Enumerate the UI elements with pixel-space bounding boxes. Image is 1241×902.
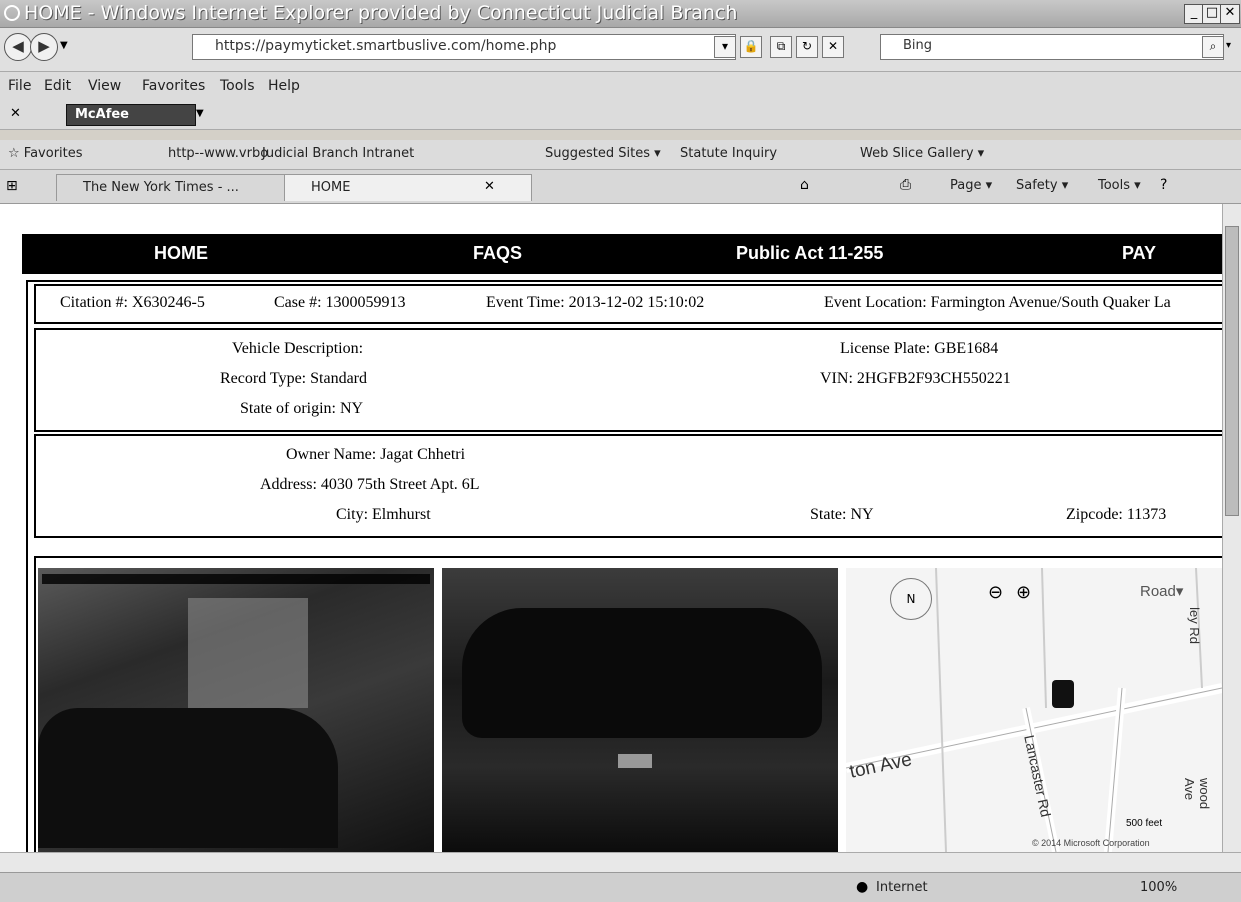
vertical-scrollbar[interactable] <box>1222 204 1241 852</box>
car-hood-shape <box>462 608 822 738</box>
globe-icon: ● <box>856 879 869 895</box>
zoom-level[interactable]: 100% <box>1140 880 1177 895</box>
event-time: Event Time: 2013-12-02 15:10:02 <box>486 294 705 311</box>
fav-link-statute[interactable]: Statute Inquiry <box>680 146 777 161</box>
minimize-button[interactable]: _ <box>1184 4 1204 24</box>
owner-zipcode: Zipcode: 11373 <box>1066 506 1167 523</box>
menu-tools[interactable]: Tools <box>220 78 255 94</box>
lock-icon[interactable]: 🔒 <box>740 36 762 58</box>
record-type: Record Type: Standard <box>220 370 367 387</box>
tab-row: ⊞ The New York Times - ... HOME ✕ ⌂ ⎙ Pa… <box>0 170 1241 204</box>
help-icon[interactable]: ? <box>1160 177 1167 193</box>
citation-number: Citation #: X630246-5 <box>60 294 205 311</box>
license-plate: License Plate: GBE1684 <box>840 340 999 357</box>
back-button[interactable]: ◀ <box>4 33 32 61</box>
zoom-out-icon[interactable]: ⊖ <box>988 582 1003 603</box>
security-zone[interactable]: Internet <box>876 880 928 895</box>
license-plate-shape <box>618 754 652 768</box>
bus-marker-icon[interactable] <box>1052 680 1074 708</box>
favorites-button[interactable]: ☆ Favorites <box>8 146 83 161</box>
map-mode-select[interactable]: Road▾ <box>1140 582 1183 600</box>
violation-photo-1[interactable] <box>38 568 434 852</box>
tab-close-icon[interactable]: ✕ <box>484 179 495 194</box>
owner-panel: Owner Name: Jagat Chhetri Address: 4030 … <box>34 434 1222 538</box>
menu-file[interactable]: File <box>8 78 31 94</box>
history-dropdown-icon[interactable]: ▼ <box>60 40 68 51</box>
status-bar: ● Internet 100% <box>0 872 1241 902</box>
case-number: Case #: 1300059913 <box>274 294 406 311</box>
mcafee-button[interactable]: McAfee <box>66 104 196 126</box>
owner-city: City: Elmhurst <box>336 506 431 523</box>
window-title: HOME - Windows Internet Explorer provide… <box>24 2 738 24</box>
refresh-icon[interactable]: ↻ <box>796 36 818 58</box>
location-map[interactable]: N ⊖ ⊕ Road▾ ton Ave Lancaster Rd ley Rd … <box>846 568 1222 852</box>
vehicle-description: Vehicle Description: <box>232 340 364 357</box>
mcafee-toolbar: ✕ McAfee ▼ <box>0 100 1241 130</box>
address-row: ◀ ▶ ▼ https://paymyticket.smartbuslive.c… <box>0 28 1241 72</box>
safety-menu[interactable]: Safety ▾ <box>1016 178 1068 193</box>
forward-button[interactable]: ▶ <box>30 33 58 61</box>
owner-name: Owner Name: Jagat Chhetri <box>286 446 466 463</box>
menu-view[interactable]: View <box>88 78 121 94</box>
tools-menu[interactable]: Tools ▾ <box>1098 178 1141 193</box>
fav-link-vrbo[interactable]: http--www.vrbo <box>168 146 268 161</box>
close-button[interactable]: ✕ <box>1220 4 1240 24</box>
car-shape <box>38 708 338 848</box>
mcafee-dropdown-icon[interactable]: ▼ <box>196 108 204 119</box>
building-shape <box>188 598 308 708</box>
violation-photo-2[interactable] <box>442 568 838 852</box>
print-icon[interactable]: ⎙ <box>900 177 911 193</box>
menu-help[interactable]: Help <box>268 78 300 94</box>
menu-edit[interactable]: Edit <box>44 78 71 94</box>
stop-icon[interactable]: ✕ <box>822 36 844 58</box>
page-content: HOME FAQS Public Act 11-255 PAY Citation… <box>0 204 1222 852</box>
search-icon[interactable]: ⌕ <box>1202 36 1224 58</box>
map-pan-control[interactable]: N <box>890 578 932 620</box>
horizontal-scrollbar[interactable] <box>0 852 1241 872</box>
nav-pay[interactable]: PAY <box>1122 243 1156 264</box>
nav-public-act[interactable]: Public Act 11-255 <box>736 243 883 264</box>
street-label-ley-rd: ley Rd <box>1186 607 1202 644</box>
compatibility-icon[interactable]: ⧉ <box>770 36 792 58</box>
zoom-in-icon[interactable]: ⊕ <box>1016 582 1031 603</box>
fav-link-suggested[interactable]: Suggested Sites ▾ <box>545 146 661 161</box>
vehicle-panel: Vehicle Description: Record Type: Standa… <box>34 328 1222 432</box>
toolbar-close-icon[interactable]: ✕ <box>10 106 21 121</box>
address-dropdown-icon[interactable]: ▾ <box>714 36 736 58</box>
event-location: Event Location: Farmington Avenue/South … <box>824 294 1171 311</box>
map-copyright: © 2014 Microsoft Corporation <box>1032 838 1150 848</box>
state-of-origin: State of origin: NY <box>240 400 364 417</box>
street-label-wood-ave: wood Ave <box>1182 778 1212 810</box>
photo-overlay-bar <box>42 574 430 584</box>
fav-link-webslice[interactable]: Web Slice Gallery ▾ <box>860 146 984 161</box>
fav-link-intranet[interactable]: Judicial Branch Intranet <box>262 146 414 161</box>
site-nav: HOME FAQS Public Act 11-255 PAY <box>22 234 1222 274</box>
map-scale: 500 feet <box>1126 818 1163 829</box>
search-input[interactable]: Bing <box>880 34 1224 60</box>
tab-nytimes[interactable]: The New York Times - ... <box>56 174 304 201</box>
home-icon[interactable]: ⌂ <box>800 177 809 193</box>
favorites-bar: ☆ Favorites http--www.vrbo Judicial Bran… <box>0 140 1241 170</box>
vin: VIN: 2HGFB2F93CH550221 <box>820 370 1011 387</box>
nav-faqs[interactable]: FAQS <box>473 243 522 264</box>
ie-icon <box>4 5 20 21</box>
maximize-button[interactable]: □ <box>1202 4 1222 24</box>
quick-tabs-icon[interactable]: ⊞ <box>6 178 18 194</box>
menu-favorites[interactable]: Favorites <box>142 78 205 94</box>
citation-panel: Citation #: X630246-5 Case #: 1300059913… <box>34 284 1222 324</box>
owner-state: State: NY <box>810 506 874 523</box>
owner-address: Address: 4030 75th Street Apt. 6L <box>260 476 480 493</box>
menu-bar: File Edit View Favorites Tools Help <box>0 72 1241 100</box>
page-menu[interactable]: Page ▾ <box>950 178 992 193</box>
window-title-bar: HOME - Windows Internet Explorer provide… <box>0 0 1241 28</box>
nav-home[interactable]: HOME <box>154 243 208 264</box>
star-icon: ☆ <box>8 146 24 161</box>
scroll-thumb[interactable] <box>1225 226 1239 516</box>
address-input[interactable]: https://paymyticket.smartbuslive.com/hom… <box>192 34 736 60</box>
search-dropdown-icon[interactable]: ▾ <box>1226 40 1231 51</box>
